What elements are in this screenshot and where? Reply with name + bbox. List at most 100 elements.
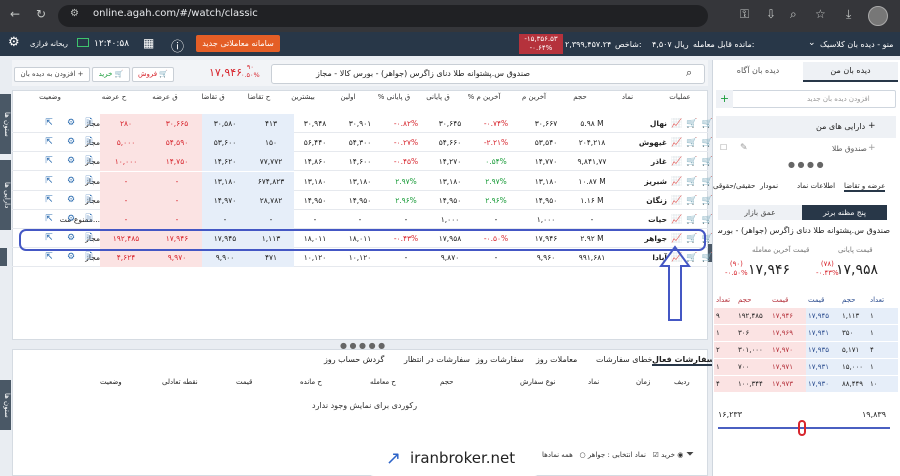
bottom-side-columns-tab[interactable]: ستون ها — [0, 380, 11, 430]
filter-selected-label[interactable]: نماد انتخابی : جواهر — [588, 451, 646, 459]
orders-column-header[interactable]: وضعیت — [100, 378, 122, 386]
column-header[interactable]: ق تقاضا — [190, 93, 236, 101]
tab-agah-watch[interactable]: دیده بان آگاه — [715, 62, 801, 82]
sell-cart-icon[interactable]: 🛒 — [686, 153, 697, 172]
note-icon[interactable]: 🗎 — [82, 152, 96, 171]
orders-column-header[interactable]: ح معامله — [370, 378, 396, 386]
chart-icon[interactable]: 📈 — [671, 115, 682, 134]
column-header[interactable]: حجم — [560, 93, 600, 101]
edit-icon[interactable]: ✎ — [740, 143, 748, 153]
orders-column-header[interactable]: نوع سفارش — [520, 378, 555, 386]
external-link-icon[interactable]: ⇱ — [42, 191, 56, 210]
table-row[interactable]: 📈 🛒 🛒 شبریز ۱۰.۸۷ M ۱۳,۱۸۰ ۲.۹۷% ۱۳,۱۸۰ ۲.۹۷% ۱۳,… — [12, 171, 713, 192]
orders-column-header[interactable]: نقطه تعادلی — [162, 378, 198, 386]
filter-icon[interactable]: ⏷ — [686, 449, 694, 460]
column-header[interactable]: عملیات — [655, 93, 705, 101]
note-icon[interactable]: 🗎 — [82, 133, 96, 152]
reload-icon[interactable]: ↻ — [36, 7, 46, 21]
table-row[interactable]: 📈 🛒 🛒 غیهوش ۲۰۴,۲۱۸ ۵۳,۵۴۰ -۲.۲۱% ۵۴,۶۶۰ -۰.۲۷% ۵… — [12, 133, 713, 153]
external-link-icon[interactable]: ⇱ — [42, 210, 56, 229]
symbol-info-tab[interactable]: اطلاعات نماد — [797, 182, 835, 190]
external-link-icon[interactable]: ⇱ — [42, 152, 56, 171]
chart-icon[interactable]: 📈 — [671, 134, 682, 153]
sell-cart-icon[interactable]: 🛒 — [686, 192, 697, 211]
back-icon[interactable]: ← — [10, 7, 20, 21]
settings-gear-icon[interactable]: ⚙ — [8, 35, 20, 50]
menu-title[interactable]: منو - دیده بان کلاسیک — [820, 40, 893, 49]
orders-column-header[interactable]: حجم — [440, 378, 454, 386]
settings-icon[interactable]: ⚙ — [64, 191, 78, 210]
column-header[interactable]: ق عرضه — [140, 93, 190, 101]
column-header[interactable]: % آخرین م — [460, 93, 508, 101]
settings-icon[interactable]: ⚙ — [64, 114, 78, 133]
add-watch-plus-button[interactable]: + — [716, 90, 733, 108]
orders-column-header[interactable]: نماد — [588, 378, 599, 386]
add-to-watch-button[interactable]: افزودن به دیده بان + — [14, 67, 90, 82]
orders-column-header[interactable]: ح مانده — [300, 378, 322, 386]
column-header[interactable]: ق پایانی — [416, 93, 460, 101]
column-header[interactable]: اولین — [324, 93, 372, 101]
sell-cart-icon[interactable]: 🛒 — [686, 211, 697, 230]
sell-cart-icon[interactable]: 🛒 — [686, 115, 697, 134]
external-link-icon[interactable]: ⇱ — [42, 114, 56, 133]
orders-column-header[interactable]: زمان — [636, 378, 650, 386]
sell-cart-icon[interactable]: 🛒 — [686, 173, 697, 192]
table-row[interactable]: 📈 🛒 🛒 غاذر ۹,۸۴۱,۷۷ ۱۴,۷۷۰ ۰.۵۴% ۱۴,۲۷۰ -۰.۴۵% ۱۴… — [12, 152, 713, 172]
table-row[interactable]: 📈 🛒 🛒 زنگان ۱.۱۶ M ۱۴,۹۵۰ ۲.۹۶% ۱۴,۹۵۰ ۲.۹۶% ۱۴,۹… — [12, 190, 713, 211]
filter-all-label[interactable]: همه نمادها — [542, 451, 573, 459]
table-row[interactable]: 📈 🛒 🛒 حیات -۱,۰۰۰-۱,۰۰۰- - - - - - - ممنوع-مت... 🗎 ⚙ ⇱ — [12, 210, 713, 230]
settings-icon[interactable]: ⚙ — [64, 152, 78, 171]
column-header[interactable]: آخرین م — [508, 93, 560, 101]
column-header[interactable]: ح تقاضا — [236, 93, 282, 101]
settings-icon[interactable]: ⚙ — [64, 248, 78, 267]
sell-button[interactable]: فروش 🛒 — [132, 67, 174, 82]
column-header[interactable]: بیشترین — [282, 93, 324, 101]
tab-market-depth[interactable]: عمق بازار — [718, 205, 802, 220]
chart-icon[interactable]: 📈 — [671, 211, 682, 230]
orders-column-header[interactable]: قیمت — [236, 378, 252, 386]
symbol-info-tab[interactable]: عرضه و تقاضا — [844, 182, 886, 192]
right-splitter-dots[interactable]: ● ● ● ● — [788, 160, 824, 169]
filter-buy-label[interactable]: خرید — [661, 451, 675, 459]
orders-tab[interactable]: معاملات روز — [536, 355, 577, 364]
note-icon[interactable]: 🗎 — [82, 114, 96, 133]
search-icon[interactable]: ⌕ — [686, 66, 692, 80]
external-link-icon[interactable]: ⇱ — [42, 172, 56, 191]
side-assets-tab[interactable]: دارایی ها — [0, 160, 11, 230]
orders-tab[interactable]: گردش حساب روز — [324, 355, 384, 364]
gold-fund-item[interactable]: صندوق طلا — [832, 144, 867, 153]
bookmark-star-icon[interactable]: ☆ — [815, 7, 826, 21]
column-header[interactable]: نماد — [600, 93, 655, 101]
symbol-info-tab[interactable]: حقیقی/حقوقی — [713, 182, 755, 190]
layout-grid-icon[interactable]: ▦ — [143, 36, 154, 50]
settings-icon[interactable]: ⚙ — [64, 210, 78, 229]
expand-plus-icon[interactable]: + — [868, 143, 876, 153]
column-header[interactable]: % ق پایانی — [372, 93, 416, 101]
side-columns-tab[interactable]: ستون ها — [0, 94, 11, 154]
chart-icon[interactable]: 📈 — [671, 153, 682, 172]
profile-avatar[interactable] — [868, 6, 888, 26]
install-icon[interactable]: ⇩ — [766, 7, 776, 21]
note-icon[interactable]: 🗎 — [82, 210, 96, 229]
note-icon[interactable]: 🗎 — [82, 172, 96, 191]
site-settings-icon[interactable]: ⚙ — [70, 8, 79, 19]
chart-icon[interactable]: 📈 — [671, 192, 682, 211]
external-link-icon[interactable]: ⇱ — [42, 133, 56, 152]
orders-tab[interactable]: سفارشات روز — [476, 355, 524, 364]
zoom-icon[interactable]: ⌕ — [790, 7, 797, 22]
table-row[interactable]: 📈 🛒 🛒 نهال ۵.۹۸ M ۳۰,۶۶۷ -۰.۷۴% ۳۰,۶۴۵ -۰.۸۲% ۳۰,… — [12, 114, 713, 134]
expand-plus-icon[interactable]: + — [868, 121, 876, 131]
settings-icon[interactable]: ⚙ — [64, 133, 78, 152]
note-icon[interactable]: 🗎 — [82, 191, 96, 210]
note-icon[interactable]: 🗎 — [82, 248, 96, 267]
external-link-icon[interactable]: ⇱ — [42, 248, 56, 267]
settings-icon[interactable]: ⚙ — [64, 172, 78, 191]
sell-cart-icon[interactable]: 🛒 — [686, 134, 697, 153]
help-icon[interactable]: ⓘ — [171, 36, 184, 55]
chart-icon[interactable]: 📈 — [671, 173, 682, 192]
collapse-left-handle[interactable] — [0, 248, 7, 266]
table-row[interactable]: 📈 🛒 🛒 آبادا ۹۹۱,۶۸۱ ۹,۹۶۰-۹,۸۷۰-۱۰,۱۲۰ ۱۰,۱۲۰ ۴… — [12, 248, 713, 268]
menu-chevron-icon[interactable]: ⌄ — [808, 38, 816, 48]
new-system-button[interactable]: سامانه معاملاتی جدید — [196, 35, 280, 52]
checkbox-icon[interactable]: ☐ — [720, 143, 727, 152]
